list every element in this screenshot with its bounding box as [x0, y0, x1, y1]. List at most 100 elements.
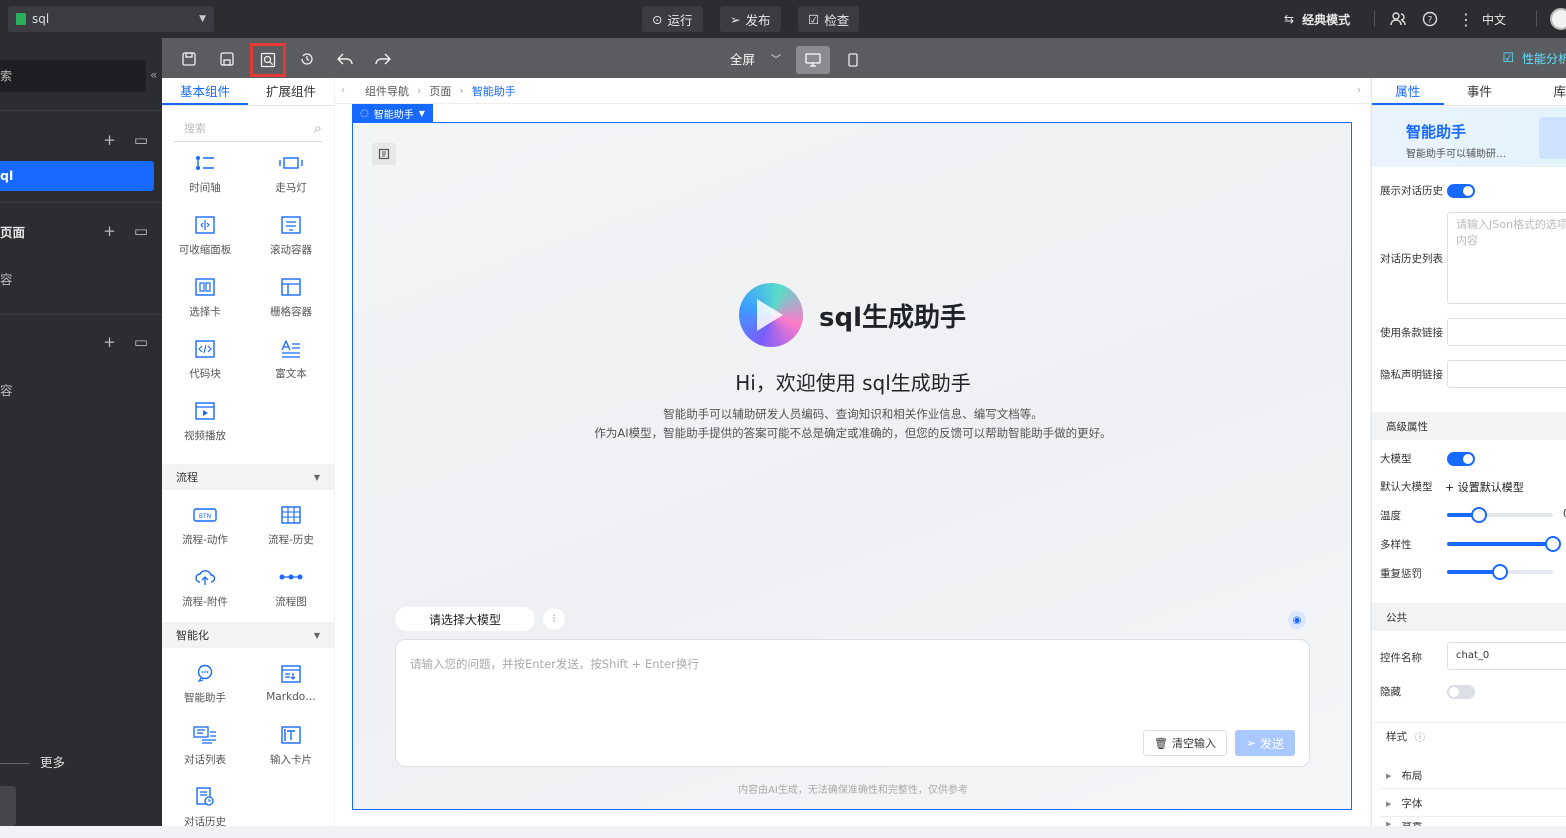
component-chat-history[interactable]: 对话历史	[162, 776, 248, 838]
add-icon[interactable]: +	[103, 333, 116, 351]
model-select[interactable]: 请选择大模型	[395, 607, 535, 631]
section-flow[interactable]: 流程 ▼	[162, 464, 334, 490]
classic-mode-toggle[interactable]: ⇆ 经典模式	[1284, 0, 1350, 38]
set-default-model-button[interactable]: + 设置默认模型	[1445, 479, 1524, 495]
component-flow-history[interactable]: 流程-历史	[248, 494, 334, 556]
style-background-expander[interactable]: ▶ 背景	[1386, 822, 1422, 826]
side-handle[interactable]	[0, 786, 16, 826]
chevron-left-icon[interactable]: ‹	[341, 85, 345, 96]
breadcrumb-item[interactable]: 组件导航	[365, 83, 409, 99]
add-icon[interactable]: +	[103, 222, 116, 240]
nav-search-input[interactable]: 索	[0, 60, 146, 92]
nav-group-3: + ▭	[0, 327, 162, 357]
repeat-penalty-label: 重复惩罚	[1380, 568, 1422, 580]
add-icon[interactable]: +	[103, 131, 116, 149]
component-scroll-container[interactable]: 滚动容器	[248, 204, 334, 266]
avatar[interactable]	[1550, 8, 1566, 30]
save-icon[interactable]	[174, 44, 204, 74]
component-tabs[interactable]: 选择卡	[162, 266, 248, 328]
control-name-label: 控件名称	[1380, 652, 1422, 664]
help-icon[interactable]: ?	[1422, 0, 1438, 38]
llm-toggle[interactable]	[1447, 452, 1475, 466]
nav-item-sql[interactable]: ql	[0, 161, 154, 191]
folder-icon[interactable]: ▭	[134, 333, 148, 351]
control-name-input[interactable]: chat_0	[1447, 642, 1566, 670]
publish-button[interactable]: ➢ 发布	[720, 6, 781, 32]
show-history-toggle[interactable]	[1447, 183, 1475, 198]
undo-icon[interactable]	[330, 44, 360, 74]
component-flow-action[interactable]: BTN 流程-动作	[162, 494, 248, 556]
divider	[1374, 11, 1375, 27]
section-ai[interactable]: 智能化 ▼	[162, 622, 334, 648]
component-timeline[interactable]: 时间轴	[162, 142, 248, 204]
tab-events[interactable]: 事件	[1444, 78, 1516, 105]
redo-icon[interactable]	[368, 44, 398, 74]
component-carousel[interactable]: 走马灯	[248, 142, 334, 204]
property-panel: 属性 事件 库 智能助手 智能助手可以辅助研… 展示对话历史 对话历史列表 请输…	[1371, 78, 1566, 826]
ai-assistant-frame[interactable]: sql生成助手 Hi，欢迎使用 sql生成助手 智能助手可以辅助研发人员编码、查…	[352, 122, 1352, 810]
component-grid-container[interactable]: 栅格容器	[248, 266, 334, 328]
nav-item-content-1[interactable]: 容	[0, 263, 162, 293]
temperature-slider[interactable]	[1447, 507, 1553, 523]
style-font-expander[interactable]: ▶ 字体	[1386, 796, 1422, 811]
component-flowchart[interactable]: 流程图	[248, 556, 334, 618]
mobile-view-icon[interactable]	[836, 46, 870, 74]
component-ai-assistant[interactable]: 智能助手	[162, 652, 248, 714]
slider-knob[interactable]	[1492, 564, 1508, 580]
selected-component-tag[interactable]: ◌ 智能助手 ▼	[352, 104, 433, 122]
slider-knob[interactable]	[1545, 536, 1561, 552]
folder-icon[interactable]: ▭	[134, 222, 148, 240]
nav-item-content-2[interactable]: 容	[0, 374, 162, 404]
chat-input[interactable]: 请输入您的问题，并按Enter发送，按Shift + Enter换行 🗑 清空输…	[395, 639, 1310, 767]
collapse-icon[interactable]: «	[150, 68, 157, 82]
repeat-penalty-slider[interactable]	[1447, 564, 1553, 580]
run-button[interactable]: ⊙ 运行	[642, 6, 703, 32]
performance-analysis-button[interactable]: ☑ 性能分析	[1502, 38, 1566, 78]
more-button[interactable]: 更多	[40, 752, 65, 771]
desktop-view-icon[interactable]	[796, 46, 830, 74]
breadcrumb-current[interactable]: 智能助手	[472, 83, 516, 99]
component-input-card[interactable]: 输入卡片	[248, 714, 334, 776]
help-icon[interactable]: ⓘ	[1415, 729, 1425, 744]
send-button[interactable]: ➢ 发送	[1235, 730, 1295, 756]
preview-icon[interactable]	[250, 43, 286, 77]
folder-icon[interactable]: ▭	[134, 131, 148, 149]
viewport-select[interactable]: 全屏 ﹀	[730, 38, 781, 78]
component-collapsible-panel[interactable]: 可收缩面板	[162, 204, 248, 266]
language-switch[interactable]: 中文	[1482, 0, 1506, 38]
style-layout-expander[interactable]: ▶ 布局	[1386, 768, 1422, 783]
more-vertical-icon[interactable]: ⋮	[1458, 0, 1474, 38]
terms-link-input[interactable]	[1447, 318, 1566, 346]
save-as-icon[interactable]	[212, 44, 242, 74]
chevron-right-icon[interactable]: ›	[1357, 85, 1361, 96]
users-icon[interactable]	[1390, 0, 1406, 38]
tab-properties[interactable]: 属性	[1372, 78, 1444, 105]
tab-basic-components[interactable]: 基本组件	[162, 78, 248, 105]
component-chat-list[interactable]: 对话列表	[162, 714, 248, 776]
slider-knob[interactable]	[1470, 507, 1487, 523]
component-video[interactable]: 视频播放	[162, 390, 248, 452]
tab-extended-components[interactable]: 扩展组件	[248, 78, 334, 105]
diversity-slider[interactable]	[1447, 536, 1561, 552]
document-icon[interactable]	[372, 143, 396, 165]
component-flow-attachment[interactable]: 流程-附件	[162, 556, 248, 618]
history-icon[interactable]	[292, 44, 322, 74]
component-search-input[interactable]: 搜索 ⌕	[174, 114, 322, 142]
check-button[interactable]: ☑ 检查	[798, 6, 860, 32]
send-label: 发送	[1260, 736, 1285, 751]
component-label: 输入卡片	[270, 753, 312, 766]
clear-input-button[interactable]: 🗑 清空输入	[1143, 730, 1227, 756]
privacy-link-input[interactable]	[1447, 360, 1566, 388]
assistant-logo	[739, 283, 803, 347]
component-rich-text[interactable]: 富文本	[248, 328, 334, 390]
hidden-toggle[interactable]	[1447, 685, 1475, 699]
breadcrumb-item[interactable]: 页面	[429, 83, 451, 99]
ai-badge-icon[interactable]: ◉	[1288, 611, 1306, 629]
nav-group-pages[interactable]: 页面 + ▭	[0, 216, 162, 246]
tab-library[interactable]: 库	[1515, 78, 1566, 105]
component-markdown[interactable]: Markdo…	[248, 652, 334, 714]
app-selector[interactable]: sql ▼	[8, 6, 214, 32]
history-list-textarea[interactable]: 请输入JSon格式的选项内容	[1447, 212, 1566, 304]
settings-sliders-icon[interactable]: ⫶	[543, 608, 565, 630]
component-code-block[interactable]: 代码块	[162, 328, 248, 390]
